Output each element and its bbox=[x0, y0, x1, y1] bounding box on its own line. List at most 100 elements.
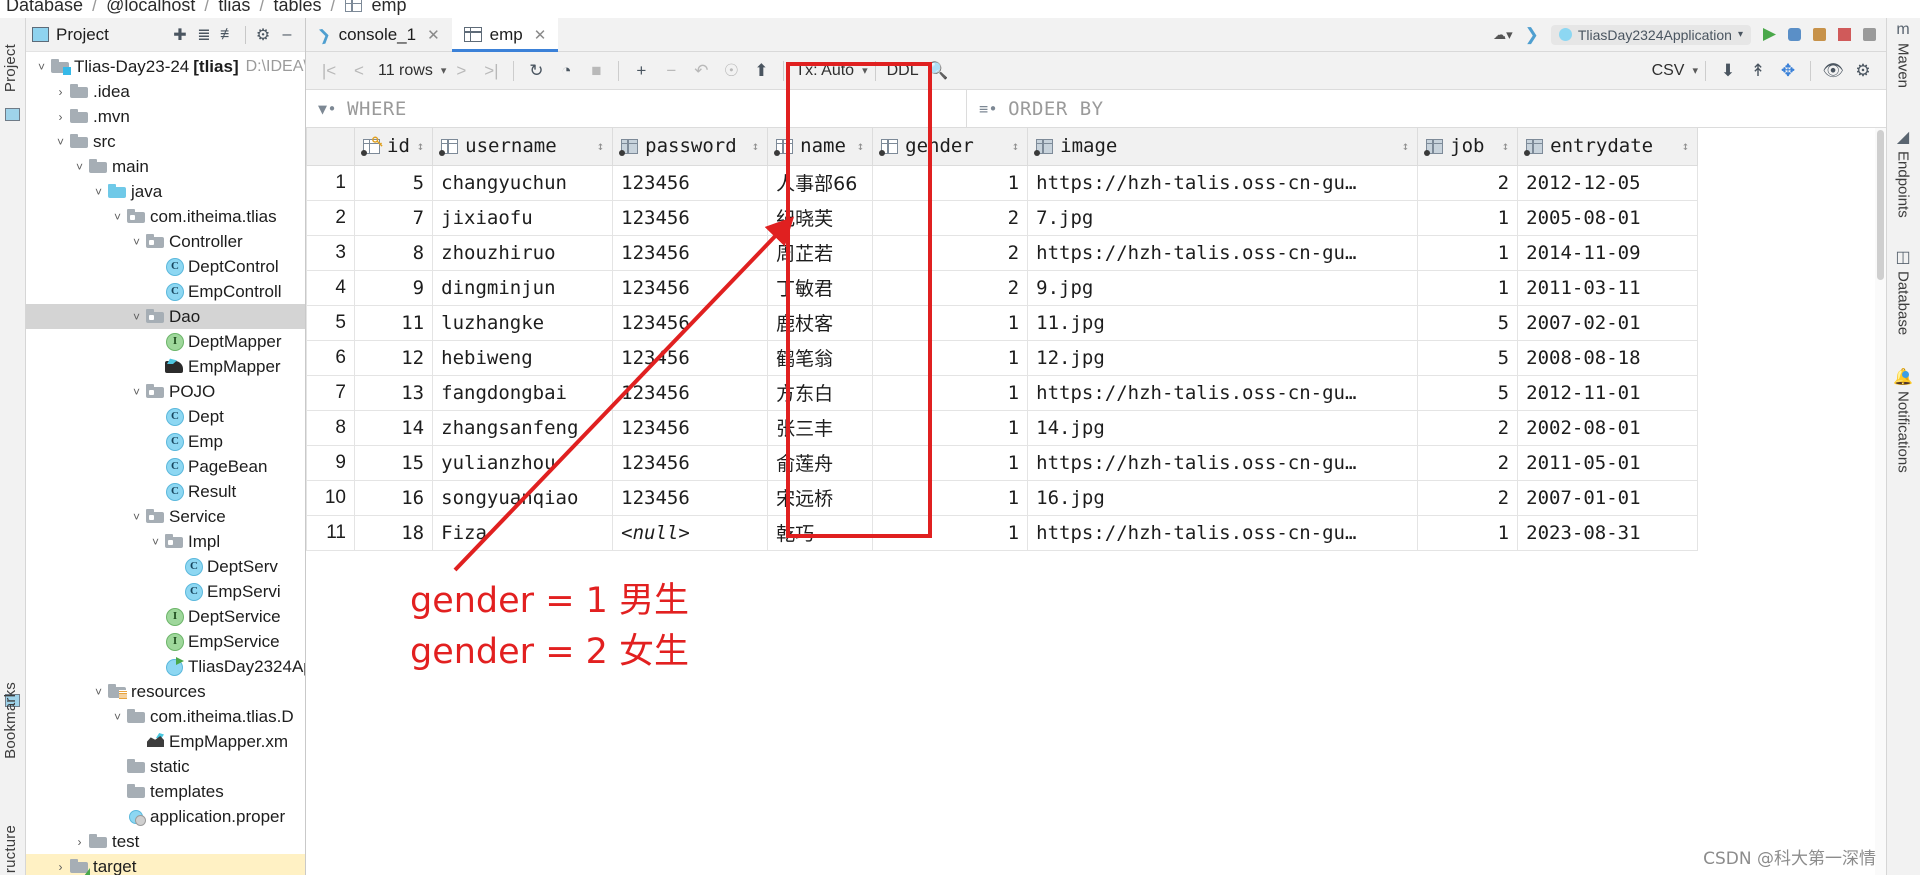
cell-password[interactable]: 123456 bbox=[612, 409, 769, 446]
reload-icon[interactable]: ↻ bbox=[521, 57, 551, 85]
stop-icon[interactable]: ■ bbox=[581, 57, 611, 85]
revert-icon[interactable]: ↶ bbox=[686, 57, 716, 85]
project-tool-icon[interactable] bbox=[5, 108, 20, 121]
table-row[interactable]: 8 14 zhangsanfeng 123456 张三丰 1 14.jpg 2 2002-08-… bbox=[306, 409, 1699, 446]
cell-name[interactable]: 周芷若 bbox=[767, 234, 874, 271]
cell-gender[interactable]: 1 bbox=[872, 514, 1029, 551]
cell-job[interactable]: 2 bbox=[1417, 164, 1519, 201]
cell-password[interactable]: 123456 bbox=[612, 339, 769, 376]
cell-password[interactable]: 123456 bbox=[612, 444, 769, 481]
cell-gender[interactable]: 1 bbox=[872, 304, 1029, 341]
cell-password[interactable]: <null> bbox=[612, 514, 769, 551]
delete-row-icon[interactable]: − bbox=[656, 57, 686, 85]
tree-item-com-itheima-tlias-d[interactable]: ˅ com.itheima.tlias.D bbox=[26, 704, 305, 729]
cell-gender[interactable]: 2 bbox=[872, 269, 1029, 306]
cell-id[interactable]: 12 bbox=[353, 339, 434, 376]
query-history-icon[interactable]: ◔ bbox=[551, 57, 581, 85]
breadcrumb-item-database[interactable]: Database bbox=[6, 0, 83, 16]
chevron-down-icon[interactable]: ˅ bbox=[91, 685, 106, 699]
cell-entrydate[interactable]: 2007-02-01 bbox=[1517, 304, 1699, 341]
cell-gender[interactable]: 1 bbox=[872, 164, 1029, 201]
download-icon[interactable]: ⬇ bbox=[1713, 57, 1743, 85]
table-row[interactable]: 3 8 zhouzhiruo 123456 周芷若 2 https://hzh-talis.… bbox=[306, 234, 1699, 271]
chevron-down-icon[interactable]: ˅ bbox=[72, 160, 87, 174]
cell-password[interactable]: 123456 bbox=[612, 164, 769, 201]
cell-username[interactable]: changyuchun bbox=[432, 164, 614, 201]
tree-item-java[interactable]: ˅ java bbox=[26, 179, 305, 204]
tree-item-resources[interactable]: ˅ resources bbox=[26, 679, 305, 704]
search-icon[interactable]: 🔍 bbox=[923, 57, 953, 85]
rail-item-bookmarks[interactable]: Bookmarks bbox=[2, 682, 24, 759]
rail-item-database[interactable]: ◫ Database bbox=[1887, 250, 1919, 336]
tree-item-empmapper-xm[interactable]: EmpMapper.xm bbox=[26, 729, 305, 754]
rail-item-project[interactable]: Project bbox=[2, 44, 24, 92]
tab-emp[interactable]: emp ✕ bbox=[451, 18, 559, 52]
cell-job[interactable]: 1 bbox=[1417, 234, 1519, 271]
tree-item-empservice[interactable]: EmpService bbox=[26, 629, 305, 654]
cell-name[interactable]: 方东白 bbox=[767, 374, 874, 411]
cell-job[interactable]: 2 bbox=[1417, 479, 1519, 516]
ddl-button[interactable]: DDL bbox=[883, 62, 923, 80]
cell-gender[interactable]: 2 bbox=[872, 234, 1029, 271]
cell-image[interactable]: 14.jpg bbox=[1027, 409, 1419, 446]
tree-item-empmapper[interactable]: EmpMapper bbox=[26, 354, 305, 379]
table-row[interactable]: 1 5 changyuchun 123456 人事部66 1 https://hzh-tal… bbox=[306, 164, 1699, 201]
chevron-down-icon[interactable]: ˅ bbox=[129, 510, 144, 524]
column-header-id[interactable]: id ↕ bbox=[353, 128, 434, 166]
table-row[interactable]: 7 13 fangdongbai 123456 方东白 1 https://hzh-tali… bbox=[306, 374, 1699, 411]
tree-item-com-itheima-tlias[interactable]: ˅ com.itheima.tlias bbox=[26, 204, 305, 229]
cell-job[interactable]: 5 bbox=[1417, 339, 1519, 376]
cell-image[interactable]: https://hzh-talis.oss-cn-gu… bbox=[1027, 514, 1419, 551]
chevron-down-icon[interactable]: ˅ bbox=[129, 310, 144, 324]
data-extractor-icon[interactable]: ✥ bbox=[1773, 57, 1803, 85]
more-icon[interactable] bbox=[1863, 28, 1876, 41]
cell-image[interactable]: 11.jpg bbox=[1027, 304, 1419, 341]
run-icon[interactable] bbox=[1763, 28, 1776, 41]
cell-id[interactable]: 7 bbox=[353, 199, 434, 236]
tree-item-static[interactable]: static bbox=[26, 754, 305, 779]
cell-id[interactable]: 15 bbox=[353, 444, 434, 481]
cell-id[interactable]: 9 bbox=[353, 269, 434, 306]
cell-job[interactable]: 1 bbox=[1417, 269, 1519, 306]
row-count-label[interactable]: 11 rows bbox=[374, 62, 437, 80]
cell-gender[interactable]: 1 bbox=[872, 444, 1029, 481]
cell-job[interactable]: 5 bbox=[1417, 374, 1519, 411]
cell-name[interactable]: 张三丰 bbox=[767, 409, 874, 446]
sort-toggle-icon[interactable]: ↕ bbox=[1012, 140, 1019, 152]
expand-all-icon[interactable]: ≣ bbox=[192, 23, 216, 47]
debug-icon[interactable] bbox=[1788, 28, 1801, 41]
table-row[interactable]: 6 12 hebiweng 123456 鹤笔翁 1 12.jpg 5 2008-08-18 bbox=[306, 339, 1699, 376]
tree-item-deptservice[interactable]: DeptService bbox=[26, 604, 305, 629]
cell-image[interactable]: https://hzh-talis.oss-cn-gu… bbox=[1027, 164, 1419, 201]
tree-item-controller[interactable]: ˅ Controller bbox=[26, 229, 305, 254]
chevron-down-icon[interactable]: ▾ bbox=[1692, 64, 1698, 77]
cell-username[interactable]: dingminjun bbox=[432, 269, 614, 306]
cell-name[interactable]: 宋远桥 bbox=[767, 479, 874, 516]
where-filter-input[interactable]: ▼• WHERE bbox=[306, 90, 966, 127]
tree-item-pagebean[interactable]: PageBean bbox=[26, 454, 305, 479]
tree-item-tliasday2324ap[interactable]: TliasDay2324Ap bbox=[26, 654, 305, 679]
chevron-down-icon[interactable]: ˅ bbox=[129, 385, 144, 399]
tree-item-impl[interactable]: ˅ Impl bbox=[26, 529, 305, 554]
chevron-right-icon[interactable]: › bbox=[72, 835, 87, 849]
cell-username[interactable]: yulianzhou bbox=[432, 444, 614, 481]
cell-entrydate[interactable]: 2011-03-11 bbox=[1517, 269, 1699, 306]
next-page-icon[interactable]: > bbox=[446, 57, 476, 85]
cell-job[interactable]: 1 bbox=[1417, 199, 1519, 236]
tree-item-empcontroll[interactable]: EmpControll bbox=[26, 279, 305, 304]
column-header-image[interactable]: image ↕ bbox=[1027, 128, 1419, 166]
column-header-name[interactable]: name ↕ bbox=[767, 128, 874, 166]
tree-item-test[interactable]: › test bbox=[26, 829, 305, 854]
cell-username[interactable]: fangdongbai bbox=[432, 374, 614, 411]
breadcrumb-item-host[interactable]: @localhost bbox=[106, 0, 195, 16]
tree-item-main[interactable]: ˅ main bbox=[26, 154, 305, 179]
table-row[interactable]: 9 15 yulianzhou 123456 俞莲舟 1 https://hzh-talis… bbox=[306, 444, 1699, 481]
search-everywhere-icon[interactable]: ❯ bbox=[1525, 25, 1539, 45]
hide-icon[interactable]: – bbox=[275, 23, 299, 47]
data-grid[interactable]: id ↕ username ↕ password ↕ name ↕ gender ↕ image ↕ j… bbox=[306, 128, 1699, 551]
cell-image[interactable]: https://hzh-talis.oss-cn-gu… bbox=[1027, 234, 1419, 271]
data-grid-container[interactable]: id ↕ username ↕ password ↕ name ↕ gender ↕ image ↕ j… bbox=[306, 128, 1886, 875]
cell-job[interactable]: 1 bbox=[1417, 514, 1519, 551]
cell-job[interactable]: 5 bbox=[1417, 304, 1519, 341]
chevron-down-icon[interactable]: ˅ bbox=[53, 135, 68, 149]
